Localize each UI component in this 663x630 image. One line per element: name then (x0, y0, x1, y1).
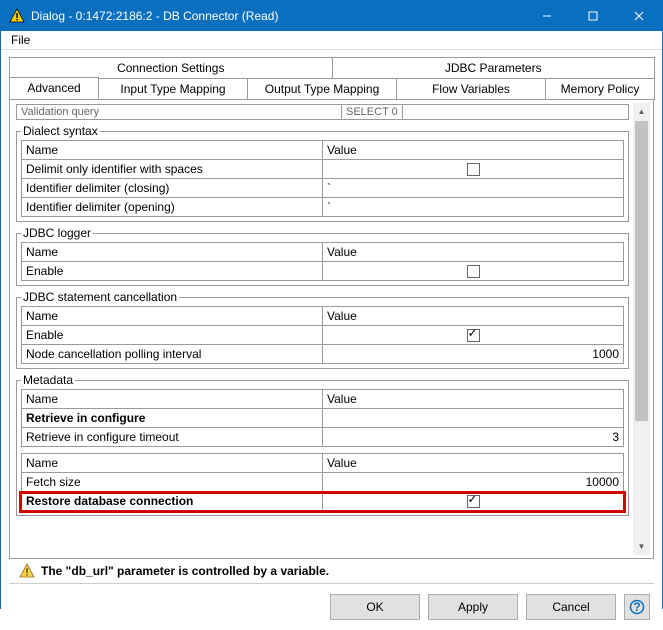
window-title: Dialog - 0:1472:2186:2 - DB Connector (R… (31, 9, 524, 23)
table-row[interactable]: Identifier delimiter (opening)` (22, 198, 624, 217)
tab-input-type-mapping[interactable]: Input Type Mapping (98, 78, 248, 100)
checkbox[interactable] (467, 495, 480, 508)
menubar: File (1, 31, 662, 50)
status-message: The "db_url" parameter is controlled by … (41, 564, 329, 578)
table-row[interactable]: Identifier delimiter (closing)` (22, 179, 624, 198)
advanced-tab-body: Validation query SELECT 0 Dialect syntax… (9, 99, 654, 559)
cancel-button[interactable]: Cancel (526, 594, 616, 620)
checkbox[interactable] (467, 265, 480, 278)
table-row[interactable]: Fetch size10000 (22, 473, 624, 492)
ok-button[interactable]: OK (330, 594, 420, 620)
table-row[interactable]: Retrieve in configure (22, 409, 624, 428)
warning-icon (19, 563, 35, 579)
jdbc-logger-group: JDBC logger NameValue Enable (16, 226, 629, 286)
titlebar: Dialog - 0:1472:2186:2 - DB Connector (R… (1, 1, 662, 31)
tab-advanced[interactable]: Advanced (9, 77, 99, 99)
table-row[interactable]: Enable (22, 326, 624, 345)
button-bar: OK Apply Cancel ? (1, 584, 662, 630)
table-row[interactable]: Delimit only identifier with spaces (22, 160, 624, 179)
tab-flow-variables[interactable]: Flow Variables (396, 78, 546, 100)
dialog-content: Connection Settings JDBC Parameters Adva… (1, 50, 662, 584)
jdbc-cancel-group: JDBC statement cancellation NameValue En… (16, 290, 629, 369)
minimize-button[interactable] (524, 1, 570, 31)
tab-output-type-mapping[interactable]: Output Type Mapping (247, 78, 397, 100)
restore-db-connection-row[interactable]: Restore database connection (22, 492, 624, 511)
app-icon (9, 8, 25, 24)
scroll-down-arrow[interactable]: ▼ (633, 538, 650, 555)
tab-connection-settings[interactable]: Connection Settings (9, 57, 333, 78)
scroll-up-arrow[interactable]: ▲ (633, 103, 650, 120)
help-button[interactable]: ? (624, 594, 650, 620)
close-button[interactable] (616, 1, 662, 31)
table-row[interactable]: Node cancellation polling interval1000 (22, 345, 624, 364)
status-row: The "db_url" parameter is controlled by … (9, 559, 654, 584)
table-row[interactable]: Enable (22, 262, 624, 281)
dialect-syntax-group: Dialect syntax NameValue Delimit only id… (16, 124, 629, 222)
menu-file[interactable]: File (7, 31, 34, 49)
table-row[interactable]: Retrieve in configure timeout3 (22, 428, 624, 447)
checkbox[interactable] (467, 329, 480, 342)
maximize-button[interactable] (570, 1, 616, 31)
metadata-group: Metadata NameValue Retrieve in configure… (16, 373, 629, 516)
tab-jdbc-parameters[interactable]: JDBC Parameters (332, 57, 656, 78)
checkbox[interactable] (467, 163, 480, 176)
svg-text:?: ? (633, 600, 640, 614)
vertical-scrollbar[interactable]: ▲ ▼ (633, 103, 650, 555)
scroll-thumb[interactable] (635, 121, 648, 421)
apply-button[interactable]: Apply (428, 594, 518, 620)
tab-memory-policy[interactable]: Memory Policy (545, 78, 655, 100)
truncated-prev-row: Validation query SELECT 0 (16, 104, 629, 120)
